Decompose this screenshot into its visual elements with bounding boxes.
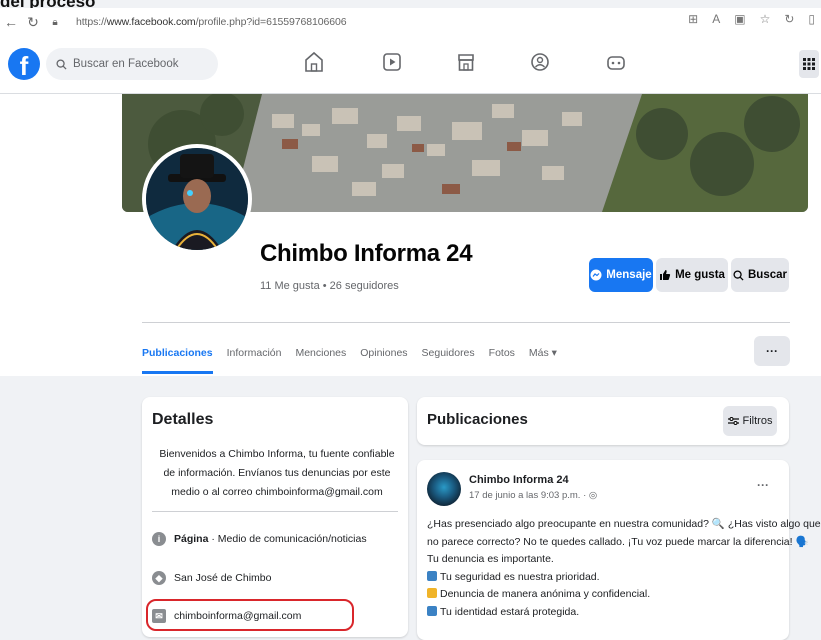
post-line-item: Tu seguridad es nuestra prioridad. — [427, 569, 783, 587]
lock-emoji-icon — [427, 588, 437, 598]
filters-button[interactable]: Filtros — [723, 406, 777, 436]
post-author[interactable]: Chimbo Informa 24 — [469, 474, 569, 486]
back-arrow-icon[interactable]: ← — [0, 14, 22, 30]
thumbs-up-icon — [660, 270, 671, 280]
post-author-avatar[interactable] — [427, 472, 461, 506]
more-options-button[interactable]: ··· — [754, 336, 790, 366]
url-path: /profile.php?id=61559768106606 — [195, 16, 347, 28]
globe-icon: ◎ — [588, 490, 598, 501]
filters-label: Filtros — [742, 415, 773, 427]
page-stats[interactable]: 11 Me gusta • 26 seguidores — [260, 280, 399, 292]
publications-header-card: Publicaciones Filtros — [417, 397, 789, 445]
details-separator — [152, 511, 398, 512]
post-timestamp[interactable]: 17 de junio a las 9:03 p.m. · ◎ — [469, 490, 597, 501]
tab-seguidores[interactable]: Seguidores — [422, 332, 475, 374]
post-line-text: Tu seguridad es nuestra prioridad. — [440, 570, 600, 583]
extension-icon[interactable]: ▣ — [734, 12, 745, 26]
like-button[interactable]: Me gusta — [656, 258, 728, 292]
post-line-item: Tu identidad estará protegida. — [427, 604, 783, 622]
email-highlight-circle — [146, 599, 354, 631]
tab-opiniones[interactable]: Opiniones — [360, 332, 407, 374]
profile-avatar[interactable] — [142, 144, 252, 254]
tab-fotos[interactable]: Fotos — [489, 332, 515, 374]
post-line: ¿Has presenciado algo preocupante en nue… — [427, 518, 821, 530]
message-button[interactable]: Mensaje — [589, 258, 653, 292]
tab-mas[interactable]: Más ▾ — [529, 332, 557, 374]
details-card: Detalles Bienvenidos a Chimbo Informa, t… — [142, 397, 408, 637]
post-line-text: Tu identidad estará protegida. — [440, 605, 580, 618]
info-icon: i — [152, 532, 166, 546]
browser-address-bar: ← ↻ 🔒︎ https://www.facebook.com/profile.… — [0, 8, 821, 36]
menu-grid-icon[interactable] — [799, 50, 819, 78]
location-text[interactable]: San José de Chimbo — [174, 572, 271, 584]
post-options-icon[interactable]: ··· — [757, 478, 769, 492]
favorite-star-icon[interactable]: ☆ — [760, 12, 771, 26]
url-text[interactable]: https://www.facebook.com/profile.php?id=… — [76, 16, 347, 28]
reload-icon[interactable]: ↻ — [22, 14, 44, 31]
url-domain: www.facebook.com — [106, 16, 196, 28]
nav-groups-icon[interactable] — [530, 52, 550, 77]
post-card: Chimbo Informa 24 17 de junio a las 9:03… — [417, 460, 821, 640]
details-title: Detalles — [152, 411, 214, 428]
tab-informacion[interactable]: Información — [227, 332, 282, 374]
lock-icon: 🔒︎ — [52, 16, 58, 28]
post-line: Tu denuncia es importante. — [427, 553, 554, 565]
post-time-text: 17 de junio a las 9:03 p.m. · — [469, 490, 589, 501]
url-prefix: https:// — [76, 16, 107, 28]
category-value: · Medio de comunicación/noticias — [208, 533, 367, 545]
filter-sliders-icon — [727, 417, 739, 425]
post-line-text: Denuncia de manera anónima y confidencia… — [440, 588, 651, 600]
message-button-label: Mensaje — [606, 269, 652, 281]
facebook-search-input[interactable]: Buscar en Facebook — [46, 48, 218, 80]
search-button-label: Buscar — [748, 269, 787, 281]
messenger-icon — [590, 269, 602, 281]
profile-tabs: Publicaciones Información Menciones Opin… — [142, 332, 571, 374]
nav-video-icon[interactable] — [382, 52, 402, 77]
search-icon — [733, 269, 744, 281]
shield-icon — [427, 605, 437, 616]
search-placeholder: Buscar en Facebook — [73, 58, 179, 70]
header-divider — [142, 322, 790, 323]
publications-title: Publicaciones — [427, 411, 528, 428]
page-search-button[interactable]: Buscar — [731, 258, 789, 292]
details-bio: Bienvenidos a Chimbo Informa, tu fuente … — [159, 448, 395, 498]
facebook-logo-icon[interactable]: f — [8, 48, 40, 81]
location-pin-icon: ◆ — [152, 571, 166, 585]
category-label: Página — [174, 533, 209, 545]
translate-icon[interactable]: ⊞ — [688, 12, 698, 26]
location-row: ◆ San José de Chimbo — [152, 571, 271, 585]
search-icon — [56, 58, 67, 70]
nav-gaming-icon[interactable] — [606, 54, 626, 77]
refresh-icon[interactable]: ↻ — [784, 12, 794, 26]
profile-header: Chimbo Informa 24 11 Me gusta • 26 segui… — [0, 94, 821, 376]
split-screen-icon[interactable]: ▯ — [808, 12, 815, 26]
nav-marketplace-icon[interactable] — [456, 52, 476, 77]
shield-icon — [427, 570, 437, 581]
browser-actions: ⊞ A ▣ ☆ ↻ ▯ — [688, 12, 815, 26]
read-aloud-icon[interactable]: A — [712, 12, 720, 26]
nav-home-icon[interactable] — [304, 51, 324, 78]
tab-menciones[interactable]: Menciones — [295, 332, 346, 374]
post-line: no parece correcto? No te quedes callado… — [427, 535, 809, 548]
facebook-top-bar: f Buscar en Facebook — [0, 36, 821, 94]
page-title: Chimbo Informa 24 — [260, 240, 473, 267]
post-line-item: Denuncia de manera anónima y confidencia… — [427, 586, 783, 604]
category-row: i Página · Medio de comunicación/noticia… — [152, 532, 367, 546]
like-button-label: Me gusta — [675, 269, 725, 281]
tab-publicaciones[interactable]: Publicaciones — [142, 332, 213, 374]
post-body: ¿Has presenciado algo preocupante en nue… — [427, 516, 821, 622]
